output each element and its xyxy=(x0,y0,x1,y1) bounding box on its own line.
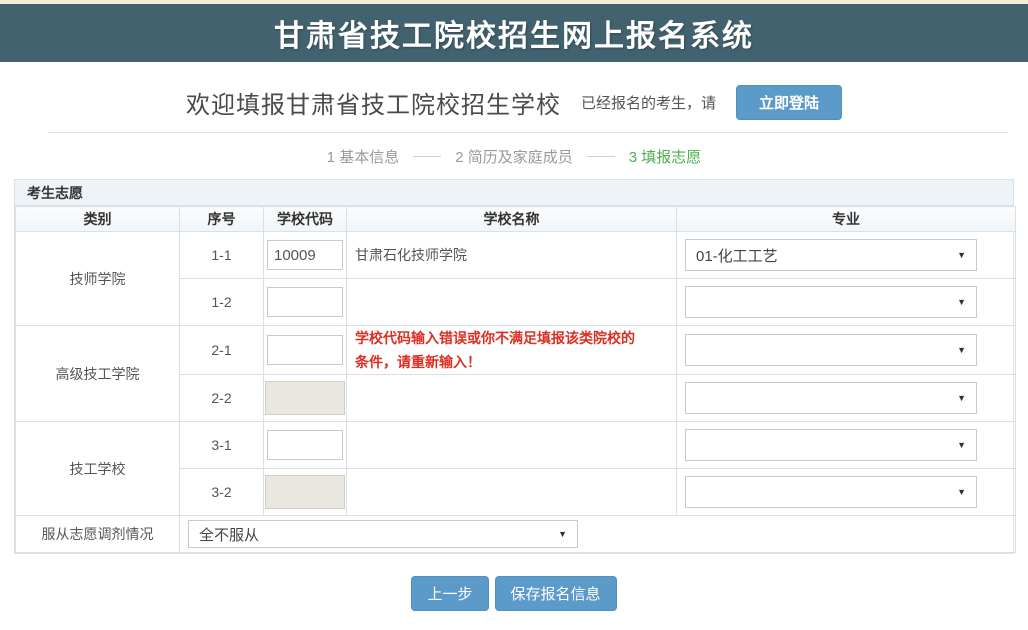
major-select[interactable]: ▼ xyxy=(685,476,977,508)
school-code-input[interactable] xyxy=(267,335,343,365)
volunteer-panel: 考生志愿 类别 序号 学校代码 学校名称 专业 技师学院 1-1 甘肃石化技师学… xyxy=(14,179,1014,554)
major-select[interactable]: 01-化工工艺 ▼ xyxy=(685,239,977,271)
adjustment-select-value: 全不服从 xyxy=(199,524,259,545)
adjustment-select[interactable]: 全不服从 ▼ xyxy=(188,520,578,548)
major-select[interactable]: ▼ xyxy=(685,334,977,366)
step-dash xyxy=(413,156,441,157)
seq-label: 3-1 xyxy=(180,422,264,469)
step-resume-family: 2 简历及家庭成员 xyxy=(455,146,573,167)
chevron-down-icon: ▼ xyxy=(957,487,966,497)
chevron-down-icon: ▼ xyxy=(957,345,966,355)
seq-label: 2-2 xyxy=(180,375,264,422)
school-code-input-disabled xyxy=(265,475,345,509)
volunteer-table: 类别 序号 学校代码 学校名称 专业 技师学院 1-1 甘肃石化技师学院 01-… xyxy=(15,206,1016,553)
school-name-label xyxy=(347,422,677,469)
category-label: 技工学校 xyxy=(16,422,180,516)
login-hint: 已经报名的考生，请 xyxy=(581,92,716,113)
welcome-row: 欢迎填报甘肃省技工院校招生学校 已经报名的考生，请 立即登陆 xyxy=(0,86,1028,118)
table-header-row: 类别 序号 学校代码 学校名称 专业 xyxy=(16,207,1016,232)
adjustment-label: 服从志愿调剂情况 xyxy=(16,516,180,553)
step-dash xyxy=(587,156,615,157)
login-button[interactable]: 立即登陆 xyxy=(736,85,842,120)
chevron-down-icon: ▼ xyxy=(558,529,567,539)
step-indicator: 1 基本信息 2 简历及家庭成员 3 填报志愿 xyxy=(0,146,1028,166)
panel-title: 考生志愿 xyxy=(15,180,1013,206)
major-select[interactable]: ▼ xyxy=(685,382,977,414)
welcome-title: 欢迎填报甘肃省技工院校招生学校 xyxy=(186,85,561,120)
adjustment-row: 服从志愿调剂情况 全不服从 ▼ xyxy=(16,516,1016,553)
table-row: 技师学院 1-1 甘肃石化技师学院 01-化工工艺▼ xyxy=(16,232,1016,279)
prev-step-button[interactable]: 上一步 xyxy=(411,576,488,611)
chevron-down-icon: ▼ xyxy=(957,440,966,450)
table-row: 技工学校 3-1 ▼ xyxy=(16,422,1016,469)
col-header-seq: 序号 xyxy=(180,207,264,232)
footer-buttons: 上一步 保存报名信息 xyxy=(0,576,1028,611)
col-header-school-code: 学校代码 xyxy=(264,207,347,232)
school-name-label xyxy=(347,375,677,422)
seq-label: 2-1 xyxy=(180,326,264,375)
school-name-label xyxy=(347,279,677,326)
category-label: 技师学院 xyxy=(16,232,180,326)
school-code-input[interactable] xyxy=(267,240,343,270)
chevron-down-icon: ▼ xyxy=(957,393,966,403)
divider xyxy=(48,132,1008,133)
school-name-label: 甘肃石化技师学院 xyxy=(347,232,677,279)
chevron-down-icon: ▼ xyxy=(957,250,966,260)
major-select[interactable]: ▼ xyxy=(685,286,977,318)
save-registration-button[interactable]: 保存报名信息 xyxy=(495,576,617,611)
col-header-school-name: 学校名称 xyxy=(347,207,677,232)
seq-label: 1-2 xyxy=(180,279,264,326)
col-header-major: 专业 xyxy=(677,207,1016,232)
major-select-value: 01-化工工艺 xyxy=(696,245,778,266)
seq-label: 3-2 xyxy=(180,469,264,516)
school-code-input[interactable] xyxy=(267,287,343,317)
step-fill-volunteer: 3 填报志愿 xyxy=(629,146,702,167)
category-label: 高级技工学院 xyxy=(16,326,180,422)
app-header: 甘肃省技工院校招生网上报名系统 xyxy=(0,4,1028,62)
table-row: 高级技工学院 2-1 学校代码输入错误或你不满足填报该类院校的条件，请重新输入！… xyxy=(16,326,1016,375)
school-code-input[interactable] xyxy=(267,430,343,460)
code-error-message: 学校代码输入错误或你不满足填报该类院校的条件，请重新输入！ xyxy=(355,326,676,374)
school-name-label xyxy=(347,469,677,516)
chevron-down-icon: ▼ xyxy=(957,297,966,307)
col-header-category: 类别 xyxy=(16,207,180,232)
seq-label: 1-1 xyxy=(180,232,264,279)
school-code-input-disabled xyxy=(265,381,345,415)
app-title: 甘肃省技工院校招生网上报名系统 xyxy=(274,11,754,55)
step-basic-info: 1 基本信息 xyxy=(327,146,400,167)
major-select[interactable]: ▼ xyxy=(685,429,977,461)
